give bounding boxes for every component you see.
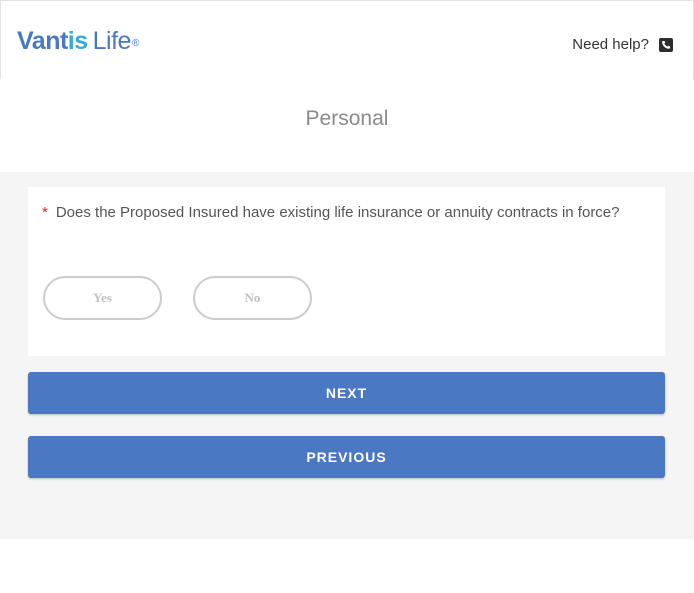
section-title: Personal — [305, 107, 389, 130]
need-help-text: Need help? — [572, 36, 649, 53]
logo-brand-part3: Life — [92, 27, 132, 55]
logo-brand-part1: Vant — [17, 27, 68, 55]
vantis-life-logo[interactable]: Vantis Life® — [17, 27, 139, 55]
logo-brand-part2: is — [67, 27, 88, 55]
page: Vantis Life® Need help? Personal * Does th… — [0, 0, 694, 593]
need-help-link[interactable]: Need help? — [572, 36, 673, 53]
question-label: Does the Proposed Insured have existing … — [55, 204, 620, 221]
header: Vantis Life® Need help? — [0, 0, 694, 79]
question-card: * Does the Proposed Insured have existing… — [28, 187, 665, 356]
no-option-button[interactable]: No — [193, 276, 312, 320]
next-button[interactable]: NEXT — [28, 372, 665, 414]
required-marker: * — [42, 204, 48, 221]
logo-registered-mark: ® — [131, 38, 139, 49]
yes-option-button[interactable]: Yes — [43, 276, 162, 320]
phone-icon[interactable] — [659, 37, 673, 52]
form-area: * Does the Proposed Insured have existing… — [0, 172, 694, 539]
question-text: * Does the Proposed Insured have existing… — [42, 202, 642, 224]
previous-button[interactable]: PREVIOUS — [28, 436, 665, 478]
